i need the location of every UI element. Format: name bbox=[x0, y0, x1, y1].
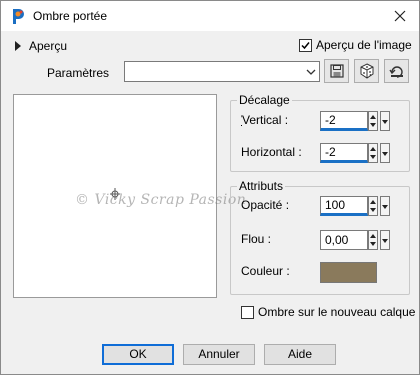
reset-icon bbox=[388, 66, 403, 78]
random-preset-button[interactable] bbox=[354, 59, 379, 83]
vertical-dropdown[interactable] bbox=[380, 111, 390, 131]
opacite-dropdown[interactable] bbox=[380, 196, 390, 216]
horizontal-spinner[interactable] bbox=[368, 143, 378, 163]
params-combo[interactable] bbox=[124, 61, 320, 82]
close-icon bbox=[394, 10, 406, 22]
help-button[interactable]: Aide bbox=[264, 344, 336, 365]
close-button[interactable] bbox=[389, 5, 411, 27]
dialog-window: Ombre portée Aperçu Aperçu de l'image Pa… bbox=[0, 0, 420, 375]
up-icon[interactable] bbox=[370, 115, 376, 119]
preview-toggle[interactable]: Aperçu bbox=[15, 39, 67, 53]
image-preview-checkbox[interactable]: Aperçu de l'image bbox=[299, 38, 412, 52]
preview-toggle-label: Aperçu bbox=[29, 39, 68, 53]
up-icon[interactable] bbox=[370, 234, 376, 238]
down-icon[interactable] bbox=[370, 155, 376, 159]
opacite-spinner[interactable] bbox=[368, 196, 378, 216]
chevron-down-icon[interactable] bbox=[382, 120, 388, 124]
color-swatch[interactable] bbox=[320, 262, 377, 283]
horizontal-input[interactable] bbox=[320, 143, 368, 163]
vertical-label-text: Vertical : bbox=[242, 113, 289, 127]
flou-label: Flou : bbox=[241, 232, 272, 246]
new-layer-label: Ombre sur le nouveau calque bbox=[258, 305, 416, 319]
title-bar: Ombre portée bbox=[1, 1, 419, 31]
expand-triangle-icon bbox=[15, 41, 21, 51]
chevron-down-icon[interactable] bbox=[382, 239, 388, 243]
paintshop-app-icon bbox=[10, 7, 26, 25]
opacite-label: Opacité : bbox=[241, 198, 290, 212]
flou-spinner[interactable] bbox=[368, 230, 378, 250]
down-icon[interactable] bbox=[370, 208, 376, 212]
attributs-title: Attributs bbox=[237, 179, 286, 193]
window-title: Ombre portée bbox=[33, 9, 108, 23]
save-preset-button[interactable] bbox=[324, 59, 349, 83]
flou-dropdown[interactable] bbox=[380, 230, 390, 250]
save-icon bbox=[329, 64, 344, 78]
down-icon[interactable] bbox=[370, 123, 376, 127]
down-icon[interactable] bbox=[370, 242, 376, 246]
horizontal-dropdown[interactable] bbox=[380, 143, 390, 163]
checkbox-unchecked-icon[interactable] bbox=[241, 305, 254, 319]
new-layer-checkbox[interactable]: Ombre sur le nouveau calque bbox=[241, 305, 415, 319]
vertical-spinner[interactable] bbox=[368, 111, 378, 131]
params-label: Paramètres bbox=[47, 66, 110, 80]
reset-preset-button[interactable] bbox=[384, 59, 409, 83]
up-icon[interactable] bbox=[370, 147, 376, 151]
chevron-down-icon[interactable] bbox=[305, 65, 317, 79]
vertical-input[interactable] bbox=[320, 111, 368, 131]
image-preview-label: Aperçu de l'image bbox=[316, 38, 412, 52]
horizontal-label: Horizontal : bbox=[241, 145, 302, 159]
vertical-label: VVertical : bbox=[241, 113, 289, 127]
checkbox-checked-icon[interactable] bbox=[299, 38, 312, 52]
chevron-down-icon[interactable] bbox=[382, 152, 388, 156]
opacite-input[interactable] bbox=[320, 196, 368, 216]
decalage-title: Décalage bbox=[237, 93, 292, 107]
chevron-down-icon[interactable] bbox=[382, 205, 388, 209]
up-icon[interactable] bbox=[370, 200, 376, 204]
couleur-label: Couleur : bbox=[241, 264, 290, 278]
ok-button[interactable]: OK bbox=[102, 344, 174, 365]
dice-icon bbox=[360, 63, 373, 79]
cancel-button[interactable]: Annuler bbox=[183, 344, 255, 365]
flou-input[interactable] bbox=[320, 230, 368, 250]
watermark-text: © Vicky Scrap Passion bbox=[75, 192, 247, 208]
